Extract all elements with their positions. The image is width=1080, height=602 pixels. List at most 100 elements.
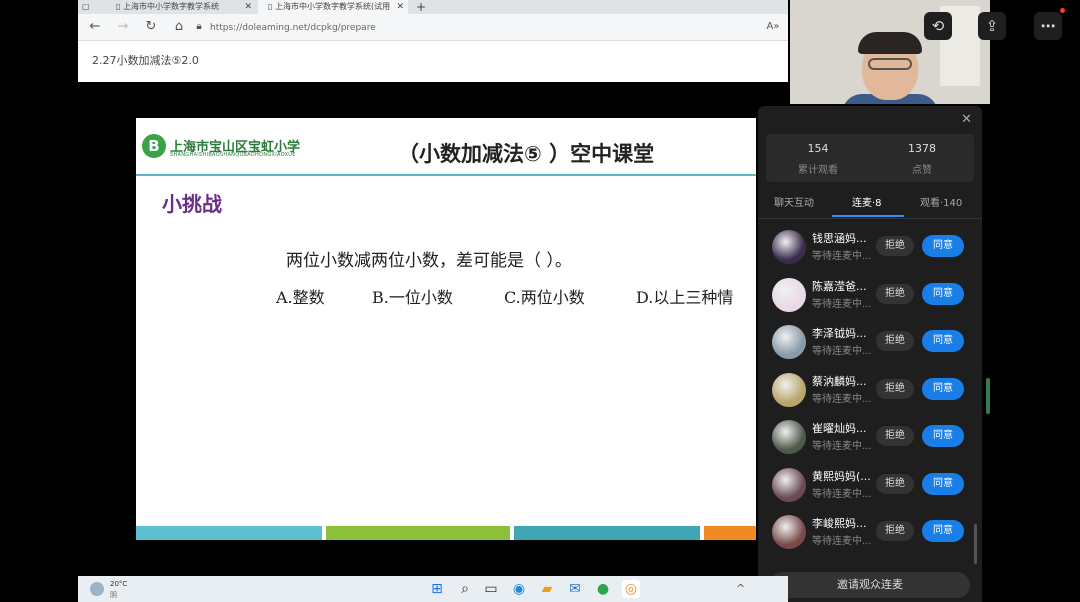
likes-label: 点赞 (912, 165, 932, 176)
reject-button[interactable]: 拒绝 (876, 426, 914, 446)
requester-name: 李峻熙妈... (812, 517, 867, 530)
footer-band-1 (136, 526, 322, 540)
weather-condition: 阴 (110, 591, 117, 599)
url-field[interactable]: https://doleaming.net/dcpkg/prepare (210, 20, 750, 36)
total-views-label: 累计观看 (798, 165, 838, 176)
teacher-hair (858, 32, 922, 54)
likes-value: 1378 (908, 142, 936, 155)
close-tab-icon[interactable]: ✕ (396, 0, 404, 14)
more-icon[interactable]: ⋯ (1034, 12, 1062, 40)
option-d: D.以上三种情 (636, 288, 734, 307)
back-icon[interactable]: ← (86, 18, 104, 36)
tab-actions-icon[interactable]: ▢ (78, 0, 94, 14)
file-explorer-icon[interactable]: ▰ (538, 580, 556, 598)
title-divider (136, 174, 756, 176)
weather-icon[interactable] (90, 582, 104, 596)
accept-button[interactable]: 同意 (922, 472, 964, 495)
accept-button[interactable]: 同意 (922, 377, 964, 400)
request-row: 钱思涵妈... 等待连麦中... 拒绝 同意 (772, 226, 972, 266)
notification-dot (1060, 8, 1065, 13)
accept-button[interactable]: 同意 (922, 235, 964, 257)
weather-temperature: 20°C (110, 580, 128, 588)
breadcrumb: 2.27小数加减法⑤2.0 (92, 54, 199, 67)
total-views-value: 154 (807, 142, 829, 155)
mail-icon[interactable]: ✉ (566, 580, 584, 598)
tab-chat[interactable]: 聊天互动 (774, 194, 814, 209)
page-icon: ▯ (116, 2, 121, 11)
task-view-icon[interactable]: ▭ (482, 580, 500, 598)
request-status: 等待连麦中... (812, 536, 872, 547)
stats-box: 154 累计观看 1378 点赞 (766, 134, 974, 182)
requester-name: 崔曜灿妈... (812, 422, 867, 435)
active-tab-indicator (832, 215, 904, 217)
avatar (772, 325, 806, 359)
tray-chevron-icon[interactable]: ^ (736, 582, 745, 595)
home-icon[interactable]: ⌂ (170, 18, 188, 36)
list-scrollbar[interactable] (974, 524, 977, 564)
reject-button[interactable]: 拒绝 (876, 236, 914, 256)
request-row: 李泽钺妈... 等待连麦中... 拒绝 同意 (772, 321, 972, 361)
new-tab-icon[interactable]: + (416, 0, 430, 14)
request-row: 李峻熙妈... 等待连麦中... 拒绝 同意 (772, 511, 972, 551)
browser-tab-2[interactable]: ▯ 上海市中小学数字教学系统(试用 ✕ (258, 0, 408, 14)
classroom-app-icon[interactable]: ◎ (622, 580, 640, 598)
requester-name: 蔡汭麟妈... (812, 374, 867, 388)
camera-switch-icon[interactable]: ⟲ (924, 12, 952, 40)
start-icon[interactable]: ⊞ (428, 580, 446, 598)
accept-button[interactable]: 同意 (922, 282, 964, 305)
reject-button[interactable]: 拒绝 (876, 283, 914, 304)
option-c: C.两位小数 (504, 288, 585, 307)
request-status: 等待连麦中... (812, 251, 872, 262)
reject-button[interactable]: 拒绝 (876, 521, 914, 541)
window-scroll-indicator[interactable] (986, 378, 990, 414)
browser-tab-2-label: 上海市中小学数字教学系统(试用 (274, 2, 391, 11)
edge-icon[interactable]: ◉ (510, 580, 528, 598)
tab-divider (758, 218, 982, 219)
accept-button[interactable]: 同意 (922, 330, 964, 352)
requester-name: 黄熙妈妈(... (812, 469, 871, 483)
footer-band-4 (704, 526, 756, 540)
address-bar-row: ← → ↻ ⌂ 🔒︎ https://doleaming.net/dcpkg/p… (78, 14, 788, 41)
footer-band-3 (514, 526, 700, 540)
school-name-pinyin: SHANGHAISHIBAOSHANQUBAOHONGXIAOXUE (170, 152, 296, 158)
refresh-icon[interactable]: ↻ (142, 18, 160, 36)
read-aloud-icon[interactable]: A» (764, 18, 782, 36)
teacher-glasses (868, 58, 912, 70)
avatar (772, 515, 806, 549)
school-logo-icon: B (142, 134, 166, 158)
page-icon: ▯ (268, 2, 273, 11)
wechat-icon[interactable]: ● (594, 580, 612, 598)
request-row: 崔曜灿妈... 等待连麦中... 拒绝 同意 (772, 416, 972, 456)
reject-button[interactable]: 拒绝 (876, 473, 914, 494)
request-row: 蔡汭麟妈... 等待连麦中... 拒绝 同意 (772, 369, 972, 409)
reject-button[interactable]: 拒绝 (876, 331, 914, 351)
avatar (772, 467, 806, 502)
requester-name: 李泽钺妈... (812, 327, 867, 340)
browser-tab-bar: ▢ ▯ 上海市中小学数字教学系统 ✕ ▯ 上海市中小学数字教学系统(试用 ✕ + (78, 0, 788, 14)
close-tab-icon[interactable]: ✕ (244, 0, 252, 14)
share-icon[interactable]: ⇪ (978, 12, 1006, 40)
option-b: B.一位小数 (372, 288, 453, 307)
request-row: 黄熙妈妈(... 等待连麦中... 拒绝 同意 (772, 464, 972, 504)
request-status: 等待连麦中... (812, 346, 872, 357)
footer-band-2 (326, 526, 510, 540)
tab-mic-link[interactable]: 连麦·8 (852, 194, 882, 209)
accept-button[interactable]: 同意 (922, 425, 964, 447)
accept-button[interactable]: 同意 (922, 520, 964, 542)
invite-audience-button[interactable]: 邀请观众连麦 (770, 572, 970, 598)
lock-icon: 🔒︎ (196, 21, 202, 32)
close-panel-icon[interactable]: ✕ (961, 112, 972, 127)
request-status: 等待连麦中... (812, 488, 872, 500)
live-panel: ✕ 154 累计观看 1378 点赞 聊天互动 连麦·8 观看·140 钱思涵妈… (758, 106, 982, 602)
tab-viewers[interactable]: 观看·140 (920, 194, 962, 209)
requester-name: 陈嘉滢爸... (812, 279, 867, 293)
avatar (772, 230, 806, 264)
slide-title: （小数加减法⑤ ）空中课堂 (398, 142, 655, 166)
request-status: 等待连麦中... (812, 393, 872, 405)
avatar (772, 420, 806, 454)
search-icon[interactable]: ⌕ (456, 580, 474, 598)
browser-tab-1-label: 上海市中小学数字教学系统 (122, 2, 219, 11)
reject-button[interactable]: 拒绝 (876, 378, 914, 399)
forward-icon[interactable]: → (114, 18, 132, 36)
browser-tab-1[interactable]: ▯ 上海市中小学数字教学系统 ✕ (106, 0, 256, 14)
